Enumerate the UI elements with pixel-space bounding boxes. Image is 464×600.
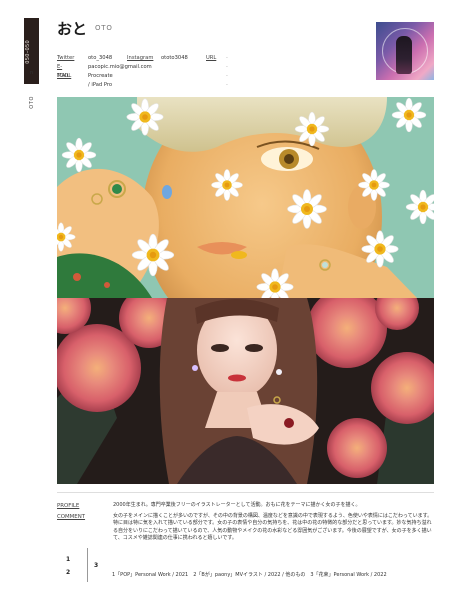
twitter-handle[interactable]: oto_3048 <box>88 54 112 63</box>
url-value: ---- <box>226 55 229 88</box>
section-index: n <box>30 70 34 76</box>
twitter-label: Twitter <box>57 55 75 61</box>
page-range: 050–050 <box>25 40 31 64</box>
artist-thumbnail <box>376 22 434 80</box>
artwork-peonies-illustration <box>57 298 434 484</box>
image-index-frame <box>57 548 88 582</box>
instagram-label: Instagram <box>127 55 154 61</box>
comment-text: 女の子をメインに描くことが多いのですが、その中の背景の構図、温度などを意識の中で… <box>113 513 433 542</box>
tool-label: TOOL <box>57 73 72 79</box>
artist-name: おと <box>57 20 88 38</box>
profile-label: PROFILE <box>57 503 80 509</box>
artwork-daisies-illustration <box>57 97 434 298</box>
tool-value: Procreate / iPad Pro <box>88 73 113 88</box>
url-label: URL <box>206 55 217 61</box>
vertical-artist-label: OTO <box>29 96 35 109</box>
comment-label: COMMENT <box>57 514 86 520</box>
instagram-handle[interactable]: ototo3048 <box>161 54 188 63</box>
profile-text: 2000年生まれ。専門卒業後フリーのイラストレーターとして活動。おもに花をテーマ… <box>113 502 361 508</box>
index-number-3: 3 <box>94 562 99 569</box>
email-address[interactable]: pacopic.mio@gmail.com <box>88 63 152 72</box>
index-number-2: 2 <box>66 569 71 576</box>
thumbnail-figure <box>396 36 412 74</box>
artwork-daisies <box>57 97 434 298</box>
artist-romaji: OTO <box>95 24 113 32</box>
artist-page: 050–050 n OTO おと OTO Twitter oto_3048 In… <box>0 0 464 600</box>
artwork-peonies <box>57 298 434 484</box>
divider <box>57 492 434 493</box>
artwork-credits: 1「POP」Personal Work / 2021 2「Bが」paony」MV… <box>112 572 387 578</box>
index-number-1: 1 <box>66 556 71 563</box>
